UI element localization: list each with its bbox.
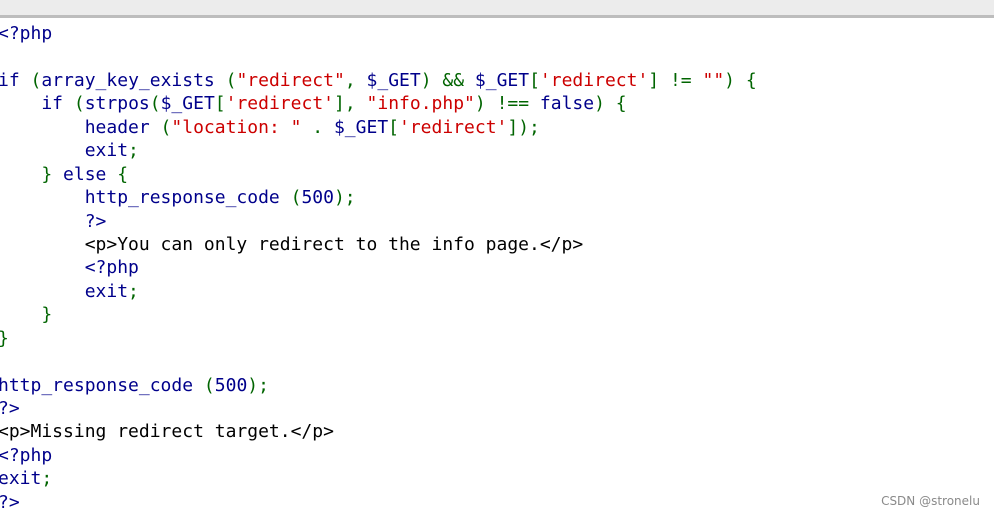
- code-token: ] !=: [648, 69, 703, 91]
- code-token: <?php: [0, 257, 139, 279]
- code-token: ) {: [594, 93, 627, 115]
- code-line: <?php: [0, 256, 992, 279]
- code-token: ) !==: [474, 93, 540, 115]
- code-token: }: [0, 328, 9, 349]
- code-token: header: [0, 116, 150, 138]
- code-line: exit;: [0, 467, 992, 490]
- code-line: }: [0, 303, 992, 326]
- code-token: else: [52, 163, 118, 185]
- code-token: );: [247, 374, 269, 396]
- code-line: <p>You can only redirect to the info pag…: [0, 233, 992, 256]
- code-token: exit: [0, 140, 129, 162]
- code-token: http_response_code: [0, 187, 280, 209]
- code-token: ?>: [0, 398, 20, 419]
- code-line: header ("location: " . $_GET['redirect']…: [0, 116, 992, 139]
- code-token: array_key_exists: [41, 69, 215, 91]
- code-token: [: [529, 69, 540, 91]
- window-top-bar: [0, 0, 994, 15]
- code-token: 'redirect': [399, 116, 508, 138]
- code-token: $_GET: [474, 69, 530, 91]
- code-token: ,: [344, 69, 367, 91]
- code-token: ]);: [507, 116, 540, 138]
- code-line: <?php: [0, 444, 992, 467]
- code-token: (: [149, 116, 172, 138]
- code-token: exit: [0, 280, 129, 302]
- code-token: (: [63, 93, 85, 115]
- code-token: (: [279, 187, 302, 209]
- code-token: ;: [128, 140, 139, 162]
- code-token: <?php: [0, 23, 53, 44]
- code-line: <p>Missing redirect target.</p>: [0, 420, 992, 443]
- code-line: exit;: [0, 139, 992, 162]
- code-token: ],: [334, 93, 367, 115]
- code-line: }: [0, 327, 992, 350]
- code-token: }: [0, 304, 53, 326]
- code-token: 'redirect': [539, 69, 649, 91]
- code-token: ;: [128, 280, 139, 302]
- code-token: .: [301, 116, 334, 138]
- code-token: ) &&: [420, 69, 475, 91]
- code-token: "redirect": [236, 69, 345, 91]
- code-token: (: [149, 93, 161, 115]
- code-token: }: [0, 163, 53, 185]
- code-token: "info.php": [366, 93, 475, 115]
- code-line: ?>: [0, 491, 992, 514]
- code-token: [: [214, 93, 226, 115]
- code-token: false: [539, 93, 595, 115]
- code-token: if: [0, 69, 20, 91]
- code-line: if (strpos($_GET['redirect'], "info.php"…: [0, 92, 992, 115]
- code-token: "location: ": [171, 116, 302, 138]
- code-token: 500: [301, 187, 334, 209]
- code-line: <?php: [0, 22, 992, 45]
- code-token: 500: [214, 374, 248, 396]
- code-token: {: [117, 163, 129, 185]
- code-token: (: [19, 69, 42, 91]
- code-token: http_response_code: [0, 374, 194, 396]
- code-token: ?>: [0, 210, 107, 232]
- code-editor[interactable]: <?php if (array_key_exists ("redirect", …: [0, 22, 992, 514]
- code-line: http_response_code (500);: [0, 186, 992, 209]
- code-token: <p>Missing redirect target.</p>: [0, 421, 334, 443]
- code-line: ?>: [0, 397, 992, 420]
- code-token: $_GET: [333, 116, 389, 138]
- top-divider: [0, 15, 994, 18]
- code-line: http_response_code (500);: [0, 374, 992, 397]
- code-token: exit: [0, 468, 42, 490]
- code-token: <?php: [0, 444, 53, 466]
- code-line: ?>: [0, 210, 992, 233]
- code-token: (: [214, 69, 237, 91]
- code-line: exit;: [0, 280, 992, 303]
- code-token: ) {: [724, 69, 757, 91]
- code-token: <p>You can only redirect to the info pag…: [0, 233, 584, 255]
- watermark: CSDN @stronelu: [881, 494, 980, 508]
- code-token: ?>: [0, 491, 20, 513]
- code-token: $_GET: [366, 69, 421, 91]
- code-token: "": [702, 69, 725, 91]
- code-token: [: [388, 116, 399, 138]
- code-token: strpos: [84, 93, 150, 115]
- code-token: $_GET: [160, 93, 215, 115]
- code-token: 'redirect': [225, 93, 334, 115]
- code-token: if: [0, 93, 64, 115]
- code-token: );: [333, 187, 356, 209]
- code-token: (: [193, 374, 215, 396]
- code-line: if (array_key_exists ("redirect", $_GET)…: [0, 69, 992, 92]
- code-token: ;: [41, 468, 53, 490]
- code-line: } else {: [0, 163, 992, 186]
